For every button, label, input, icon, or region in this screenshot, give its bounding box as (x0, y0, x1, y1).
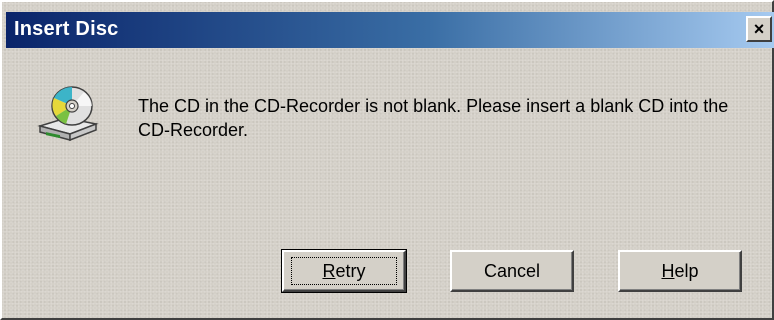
retry-focus-rect: Retry (291, 257, 397, 285)
help-accelerator: H (661, 260, 675, 281)
title-bar[interactable]: Insert Disc × (6, 12, 774, 48)
retry-label: Retry (322, 261, 365, 282)
help-label: Help (661, 261, 698, 282)
retry-label-rest: etry (335, 260, 366, 281)
help-button[interactable]: Help (618, 250, 742, 292)
insert-disc-dialog: Insert Disc × The CD in the CD-Recorder … (0, 0, 774, 320)
retry-accelerator: R (322, 260, 336, 281)
help-label-rest: elp (674, 260, 699, 281)
close-button[interactable]: × (746, 16, 772, 42)
cancel-button[interactable]: Cancel (450, 250, 574, 292)
cancel-label: Cancel (483, 260, 541, 281)
close-icon: × (753, 19, 765, 39)
cd-drive-icon (37, 86, 99, 142)
window-title: Insert Disc (14, 18, 119, 40)
message-text: The CD in the CD-Recorder is not blank. … (138, 96, 729, 140)
retry-button[interactable]: Retry (281, 249, 407, 293)
